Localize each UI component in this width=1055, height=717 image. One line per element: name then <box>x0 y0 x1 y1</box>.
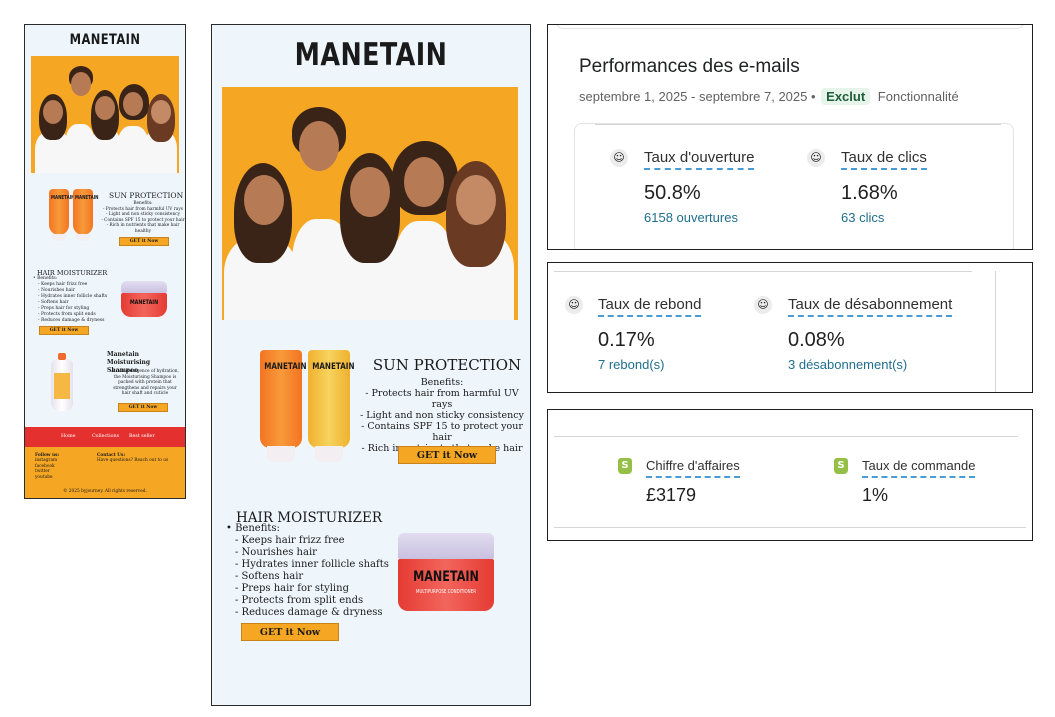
sun-protection-cta-button[interactable]: GET it Now <box>119 237 169 246</box>
date-range: septembre 1, 2025 - septembre 7, 2025 • <box>579 89 816 104</box>
sun-protection-benefits: Benefits: - Protects hair from harmful U… <box>101 201 185 234</box>
bounce-count-link[interactable]: 7 rebond(s) <box>598 357 664 372</box>
email-preview-large: MANETAIN MANETAIN MANETAIN SUN PROTECTIO… <box>211 24 531 706</box>
mailchimp-icon: ☺ <box>610 149 628 167</box>
contact-us: Contact Us: Have questions? Reach out to… <box>97 453 169 464</box>
feature-label: Fonctionnalité <box>877 89 959 104</box>
sun-protection-tube-2: MANETAIN <box>73 189 99 242</box>
sun-protection-tube-2: MANETAIN <box>308 350 355 462</box>
order-rate-label[interactable]: Taux de commande <box>862 457 976 478</box>
metrics-panel <box>574 123 1014 249</box>
hair-moisturizer-benefits: • Benefits: - Keeps hair frizz free - No… <box>33 276 108 323</box>
status-badge: Exclut <box>821 88 871 105</box>
sun-protection-tube-1: MANETAIN <box>260 350 307 462</box>
click-rate-label[interactable]: Taux de clics <box>841 149 927 170</box>
copyright: © 2025 byjourney. All rights reserved. <box>63 489 147 494</box>
date-range-row: septembre 1, 2025 - septembre 7, 2025 • … <box>579 88 959 105</box>
sun-protection-tube-1: MANETAIN <box>49 189 75 242</box>
unsubscribe-rate-label[interactable]: Taux de désabonnement <box>788 296 953 317</box>
sun-protection-title: SUN PROTECTION <box>372 356 522 374</box>
sales-card: S Chiffre d'affaires £3179 S Taux de com… <box>547 409 1033 541</box>
hair-moisturizer-cta-button[interactable]: GET it Now <box>241 623 339 641</box>
shopify-icon: S <box>618 458 632 474</box>
shampoo-cta-button[interactable]: GET it Now <box>118 403 168 412</box>
follow-us: Follow us: instagram facebook twitter yo… <box>35 453 60 480</box>
nav-best-seller-link[interactable]: Best seller <box>129 434 155 439</box>
mailchimp-icon: ☺ <box>807 149 825 167</box>
hero-image <box>31 56 179 173</box>
nav-collections-link[interactable]: Collections <box>92 434 119 439</box>
open-rate-label[interactable]: Taux d'ouverture <box>644 149 755 170</box>
bounce-unsubscribe-card: ☺ Taux de rebond 0.17% 7 rebond(s) ☺ Tau… <box>547 262 1033 393</box>
conditioner-jar: MANETAIN <box>121 281 167 317</box>
click-count-link[interactable]: 63 clics <box>841 210 884 225</box>
page-title: Performances des e-mails <box>579 56 800 77</box>
brand-logo: MANETAIN <box>294 37 448 73</box>
mailchimp-icon: ☺ <box>754 296 772 314</box>
bounce-rate-label[interactable]: Taux de rebond <box>598 296 702 317</box>
sun-protection-title: SUN PROTECTION <box>109 191 184 200</box>
open-count-link[interactable]: 6158 ouvertures <box>644 210 738 225</box>
hair-moisturizer-cta-button[interactable]: GET it Now <box>39 326 89 335</box>
conditioner-jar: MANETAIN MULTIPURPOSE CONDITIONER <box>398 533 494 611</box>
hair-moisturizer-benefits: • Benefits: - Keeps hair frizz free - No… <box>226 523 389 618</box>
footer-nav: Home Collections Best seller <box>25 427 185 447</box>
youtube-link[interactable]: youtube <box>35 475 59 480</box>
sun-protection-cta-button[interactable]: GET it Now <box>398 446 496 464</box>
click-rate-value: 1.68% <box>841 182 898 204</box>
shopify-icon: S <box>834 458 848 474</box>
mailchimp-icon: ☺ <box>565 296 583 314</box>
bounce-rate-value: 0.17% <box>598 329 655 351</box>
unsubscribe-count-link[interactable]: 3 désabonnement(s) <box>788 357 907 372</box>
shampoo-bottle <box>51 353 73 411</box>
shampoo-description: A rich indulgence of hydration, the Mois… <box>111 369 179 396</box>
hero-image <box>222 87 518 320</box>
email-preview-small: MANETAIN MANETAIN MANETAIN SUN PROTECTIO… <box>24 24 186 499</box>
footer: Follow us: instagram facebook twitter yo… <box>25 447 185 498</box>
revenue-label[interactable]: Chiffre d'affaires <box>646 457 740 478</box>
email-performance-card: Performances des e-mails septembre 1, 20… <box>547 24 1033 250</box>
unsubscribe-rate-value: 0.08% <box>788 329 845 351</box>
brand-logo: MANETAIN <box>69 32 141 48</box>
nav-home-link[interactable]: Home <box>61 434 75 439</box>
revenue-value: £3179 <box>646 485 697 505</box>
open-rate-value: 50.8% <box>644 182 701 204</box>
order-rate-value: 1% <box>862 485 889 505</box>
